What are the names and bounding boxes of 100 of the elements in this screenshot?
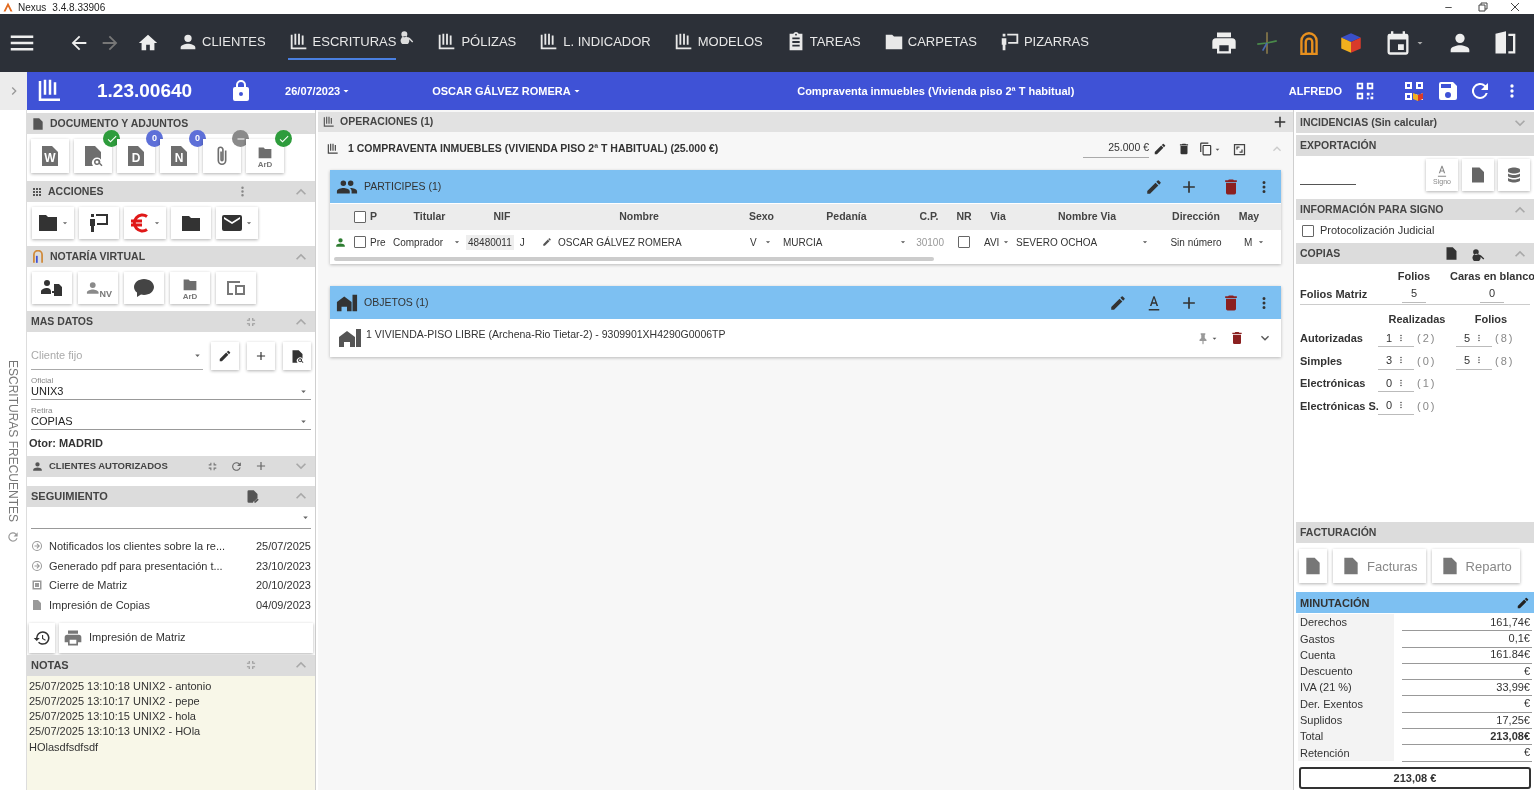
document-button[interactable]: W	[31, 139, 69, 173]
client-dropdown[interactable]: OSCAR GÁLVEZ ROMERA	[432, 82, 583, 100]
document-button[interactable]	[74, 139, 112, 173]
add-button[interactable]	[247, 342, 275, 370]
virtual-notary-button[interactable]: ArD	[170, 272, 210, 304]
column-header[interactable]: NR	[956, 209, 972, 225]
billing-button[interactable]: Reparto	[1431, 549, 1520, 584]
street-dropdown[interactable]: SEVERO OCHOA	[1016, 234, 1158, 250]
copy-icon[interactable]	[1199, 142, 1213, 156]
column-header[interactable]: NIF	[493, 209, 511, 225]
compass-icon[interactable]	[1254, 30, 1280, 56]
district-dropdown[interactable]: MURCIA	[783, 234, 910, 250]
column-header[interactable]: May	[1238, 209, 1260, 225]
action-button[interactable]	[32, 207, 74, 239]
select-field[interactable]: Oficial UNIX3	[31, 376, 311, 400]
number-field[interactable]: 1	[1378, 329, 1414, 347]
date-dropdown[interactable]: 26/07/2023	[285, 82, 353, 100]
delete-icon[interactable]	[1229, 330, 1245, 346]
virtual-notary-button[interactable]	[124, 272, 164, 304]
invoice-button[interactable]	[1299, 549, 1327, 584]
role-dropdown[interactable]: Comprador	[393, 234, 466, 250]
save-icon[interactable]	[1436, 79, 1460, 103]
edit-icon[interactable]	[1145, 177, 1163, 196]
edit-icon[interactable]	[1109, 293, 1127, 312]
section-title: MINUTACIÓN	[1300, 595, 1370, 611]
history-button[interactable]	[29, 622, 55, 653]
action-button[interactable]	[216, 207, 258, 239]
refresh-icon[interactable]	[230, 459, 243, 473]
nav-tab[interactable]: CARPETAS	[882, 26, 977, 60]
column-header[interactable]: P	[370, 209, 377, 225]
print-matrix-button[interactable]: Impresión de Matriz	[59, 622, 313, 653]
entry-date: 25/07/2025	[255, 539, 311, 554]
search-document-button[interactable]	[283, 342, 311, 370]
nav-tab[interactable]: ESCRITURAS	[287, 26, 397, 60]
nif-field[interactable]: 48480011	[466, 234, 514, 250]
number-field[interactable]: 5	[1456, 352, 1492, 370]
qr-cube-icon[interactable]	[1402, 79, 1426, 103]
action-button[interactable]	[171, 207, 211, 239]
column-header[interactable]: Nombre Via	[1057, 209, 1117, 225]
column-header[interactable]: Titular	[413, 209, 446, 225]
nav-tab[interactable]: TAREAS	[784, 26, 861, 60]
column-header[interactable]: C.P.	[919, 209, 939, 225]
sidebar-tab[interactable]: ESCRITURAS FRECUENTES	[4, 360, 22, 523]
nav-tab[interactable]: MODELOS	[672, 26, 763, 60]
refresh-icon[interactable]	[6, 530, 20, 545]
database-button[interactable]	[1498, 159, 1530, 191]
expand-icon[interactable]	[1232, 141, 1247, 157]
edit-button[interactable]	[211, 342, 239, 370]
checkbox[interactable]	[1302, 224, 1314, 237]
column-header[interactable]: Sexo	[748, 209, 775, 225]
column-header[interactable]: Via	[990, 209, 1006, 225]
checkbox[interactable]	[354, 236, 366, 248]
close-icon[interactable]	[1510, 2, 1520, 12]
client-field[interactable]: Cliente fijo	[31, 342, 203, 370]
number-field[interactable]: 3	[1378, 352, 1414, 370]
amount-field[interactable]: 25.000 €	[1083, 140, 1149, 158]
tracking-entry[interactable]: Cierre de Matriz	[49, 577, 128, 594]
nav-tab[interactable]: L. INDICADOR	[538, 26, 651, 60]
number-field[interactable]: 5	[1402, 285, 1426, 303]
scrollbar[interactable]	[334, 257, 934, 261]
delete-icon[interactable]	[1177, 142, 1191, 156]
document-button[interactable]: ArD	[246, 139, 284, 173]
nav-tab[interactable]: PIZARRAS	[998, 26, 1089, 60]
tracking-entry[interactable]: Notificados los clientes sobre la re...	[49, 538, 226, 555]
cube-icon[interactable]	[1338, 30, 1364, 56]
street-type-dropdown[interactable]: AVI	[980, 234, 1016, 250]
nav-tab[interactable]: PÓLIZAS	[436, 26, 517, 60]
number-field[interactable]: 5	[1456, 329, 1492, 347]
qr-code-icon[interactable]	[1354, 80, 1376, 102]
column-header[interactable]: Dirección	[1172, 209, 1220, 225]
tracking-entry[interactable]: Impresión de Copias	[49, 596, 150, 613]
virtual-notary-button[interactable]	[32, 272, 72, 304]
document-icon[interactable]	[245, 488, 260, 504]
tracking-entry[interactable]: Generado pdf para presentación t...	[49, 557, 223, 574]
object-title[interactable]: 1 VIVIENDA-PISO LIBRE (Archena-Rio Tietar-2) - 9309901XH4290G0006TP	[366, 327, 726, 343]
select-field[interactable]: Retira COPIAS	[31, 406, 311, 430]
action-button[interactable]	[79, 207, 119, 239]
document-button[interactable]	[203, 139, 241, 173]
edit-icon[interactable]	[1516, 595, 1530, 610]
entry-date: 04/09/2023	[255, 597, 311, 613]
number-field[interactable]: 0	[1480, 285, 1504, 303]
number-field[interactable]: 0	[1378, 374, 1414, 392]
restore-icon[interactable]	[1478, 2, 1488, 12]
column-header[interactable]: Pedanía	[826, 209, 867, 225]
checkbox-label[interactable]: Protocolización Judicial	[1320, 222, 1435, 239]
checkbox[interactable]	[958, 236, 970, 248]
edit-icon[interactable]	[542, 237, 552, 247]
number-field[interactable]: 0	[1378, 397, 1414, 415]
select-all-checkbox[interactable]	[354, 211, 366, 223]
column-header[interactable]: Nombre	[619, 209, 659, 225]
virtual-notary-button[interactable]: NV	[78, 272, 118, 304]
edit-icon[interactable]	[1153, 142, 1167, 156]
sex-dropdown[interactable]: V	[740, 234, 783, 250]
column-dropdown[interactable]: M	[1234, 234, 1264, 250]
participant-row[interactable]: Pre Comprador 48480011 J OSCAR GÁLVEZ ROMERA V MURCIA 30100 AVI SEVERO OCHOA Sin número M	[330, 230, 1281, 254]
export-document-button[interactable]	[1462, 159, 1494, 191]
client-input[interactable]: Cliente fijo	[31, 347, 192, 364]
nav-tab[interactable]: CLIENTES	[177, 26, 266, 60]
document-icon[interactable]	[1444, 246, 1459, 261]
billing-button[interactable]: Facturas	[1333, 549, 1426, 584]
